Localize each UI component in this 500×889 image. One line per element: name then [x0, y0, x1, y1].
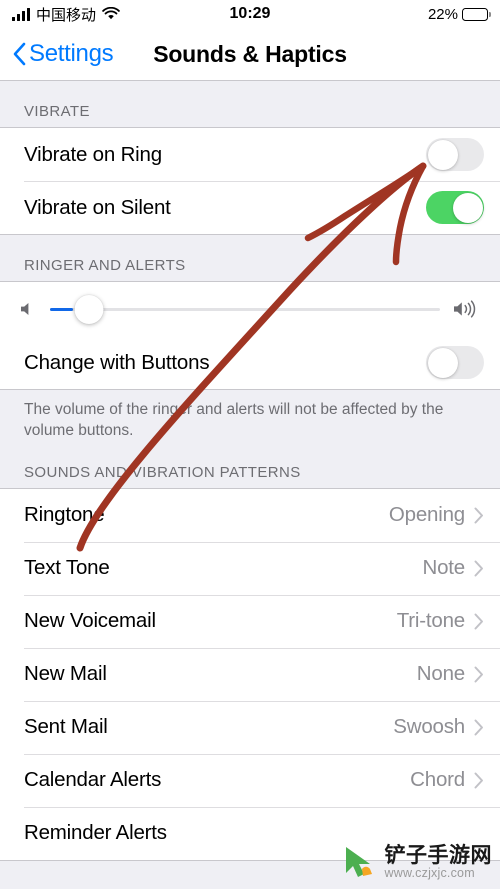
- back-button-label: Settings: [29, 40, 114, 67]
- speaker-loud-icon: [452, 299, 482, 319]
- row-sent-mail[interactable]: Sent Mail Swoosh: [0, 700, 500, 754]
- row-value: Chord: [410, 768, 465, 792]
- row-vibrate-on-silent[interactable]: Vibrate on Silent: [0, 181, 500, 234]
- back-button[interactable]: Settings: [0, 40, 114, 68]
- chevron-right-icon: [474, 507, 484, 524]
- watermark-url: www.czjxjc.com: [384, 866, 475, 881]
- battery-icon: [462, 7, 491, 21]
- status-bar: 中国移动 10:29 22%: [0, 0, 500, 28]
- row-label: Reminder Alerts: [24, 821, 167, 845]
- chevron-right-icon: [474, 666, 484, 683]
- vibrate-on-ring-toggle[interactable]: [426, 138, 484, 171]
- row-value: Swoosh: [393, 715, 465, 739]
- row-label: New Mail: [24, 662, 107, 686]
- carrier-label: 中国移动: [36, 6, 97, 24]
- status-bar-left: 中国移动: [12, 4, 120, 25]
- slider-fill: [50, 307, 74, 311]
- row-right: None: [417, 662, 484, 686]
- row-right: [426, 138, 484, 171]
- section-header-vibrate: VIBRATE: [0, 81, 500, 127]
- row-label: New Voicemail: [24, 609, 156, 633]
- row-right: Opening: [389, 503, 484, 527]
- chevron-left-icon: [12, 42, 26, 66]
- row-label: Sent Mail: [24, 715, 108, 739]
- row-right: [426, 191, 484, 224]
- toggle-knob: [427, 347, 458, 378]
- row-change-with-buttons[interactable]: Change with Buttons: [0, 336, 500, 389]
- row-right: Note: [422, 556, 484, 580]
- iphone-screen: 中国移动 10:29 22% Settings Sounds & Haptics…: [0, 0, 500, 889]
- slider-track: [50, 307, 440, 311]
- ringer-group: Change with Buttons: [0, 281, 500, 390]
- row-right: Tri-tone: [397, 609, 484, 633]
- row-label: Vibrate on Silent: [24, 195, 171, 219]
- row-label: Calendar Alerts: [24, 768, 162, 792]
- ringer-volume-slider[interactable]: [50, 294, 440, 324]
- section-header-sounds-and-vibration-patterns: SOUNDS AND VIBRATION PATTERNS: [0, 441, 500, 488]
- row-ringtone[interactable]: Ringtone Opening: [0, 488, 500, 542]
- row-ringer-volume[interactable]: [0, 282, 500, 336]
- row-new-mail[interactable]: New Mail None: [0, 647, 500, 701]
- sounds-patterns-group: Ringtone Opening Text Tone Note New Voic…: [0, 487, 500, 861]
- toggle-knob: [452, 192, 483, 223]
- row-value: Note: [422, 556, 465, 580]
- vibrate-on-silent-toggle[interactable]: [426, 191, 484, 224]
- row-value: Opening: [388, 503, 465, 527]
- row-value: Tri-tone: [396, 609, 465, 633]
- watermark-title: 铲子手游网: [384, 844, 492, 868]
- row-vibrate-on-ring[interactable]: Vibrate on Ring: [0, 128, 500, 181]
- battery-percent-label: 22%: [427, 5, 458, 23]
- change-with-buttons-toggle[interactable]: [426, 346, 484, 379]
- row-right: Swoosh: [393, 715, 484, 739]
- row-text-tone[interactable]: Text Tone Note: [0, 541, 500, 595]
- watermark-text: 铲子手游网 www.czjxjc.com: [385, 845, 493, 880]
- row-label: Text Tone: [24, 556, 110, 580]
- navigation-bar: Settings Sounds & Haptics: [0, 28, 500, 81]
- chevron-right-icon: [474, 560, 484, 577]
- chevron-right-icon: [474, 772, 484, 789]
- slider-knob[interactable]: [74, 294, 104, 324]
- status-bar-right: 22%: [427, 5, 491, 23]
- watermark: 铲子手游网 www.czjxjc.com: [340, 843, 493, 883]
- section-header-ringer-and-alerts: RINGER AND ALERTS: [0, 235, 500, 281]
- row-value: None: [416, 662, 465, 686]
- chevron-right-icon: [474, 613, 484, 630]
- speaker-mute-icon: [18, 300, 38, 318]
- section-footer-ringer: The volume of the ringer and alerts will…: [0, 390, 500, 442]
- row-right: Chord: [410, 768, 484, 792]
- toggle-knob: [427, 139, 458, 170]
- row-calendar-alerts[interactable]: Calendar Alerts Chord: [0, 753, 500, 807]
- chevron-right-icon: [474, 719, 484, 736]
- signal-bars-icon: [12, 7, 30, 21]
- wifi-icon: [102, 7, 120, 21]
- row-new-voicemail[interactable]: New Voicemail Tri-tone: [0, 594, 500, 648]
- vibrate-group: Vibrate on Ring Vibrate on Silent: [0, 127, 500, 235]
- row-label: Ringtone: [24, 503, 105, 527]
- row-label: Vibrate on Ring: [24, 142, 162, 166]
- row-right: [426, 346, 484, 379]
- watermark-cursor-icon: [340, 843, 380, 883]
- row-label: Change with Buttons: [24, 350, 210, 374]
